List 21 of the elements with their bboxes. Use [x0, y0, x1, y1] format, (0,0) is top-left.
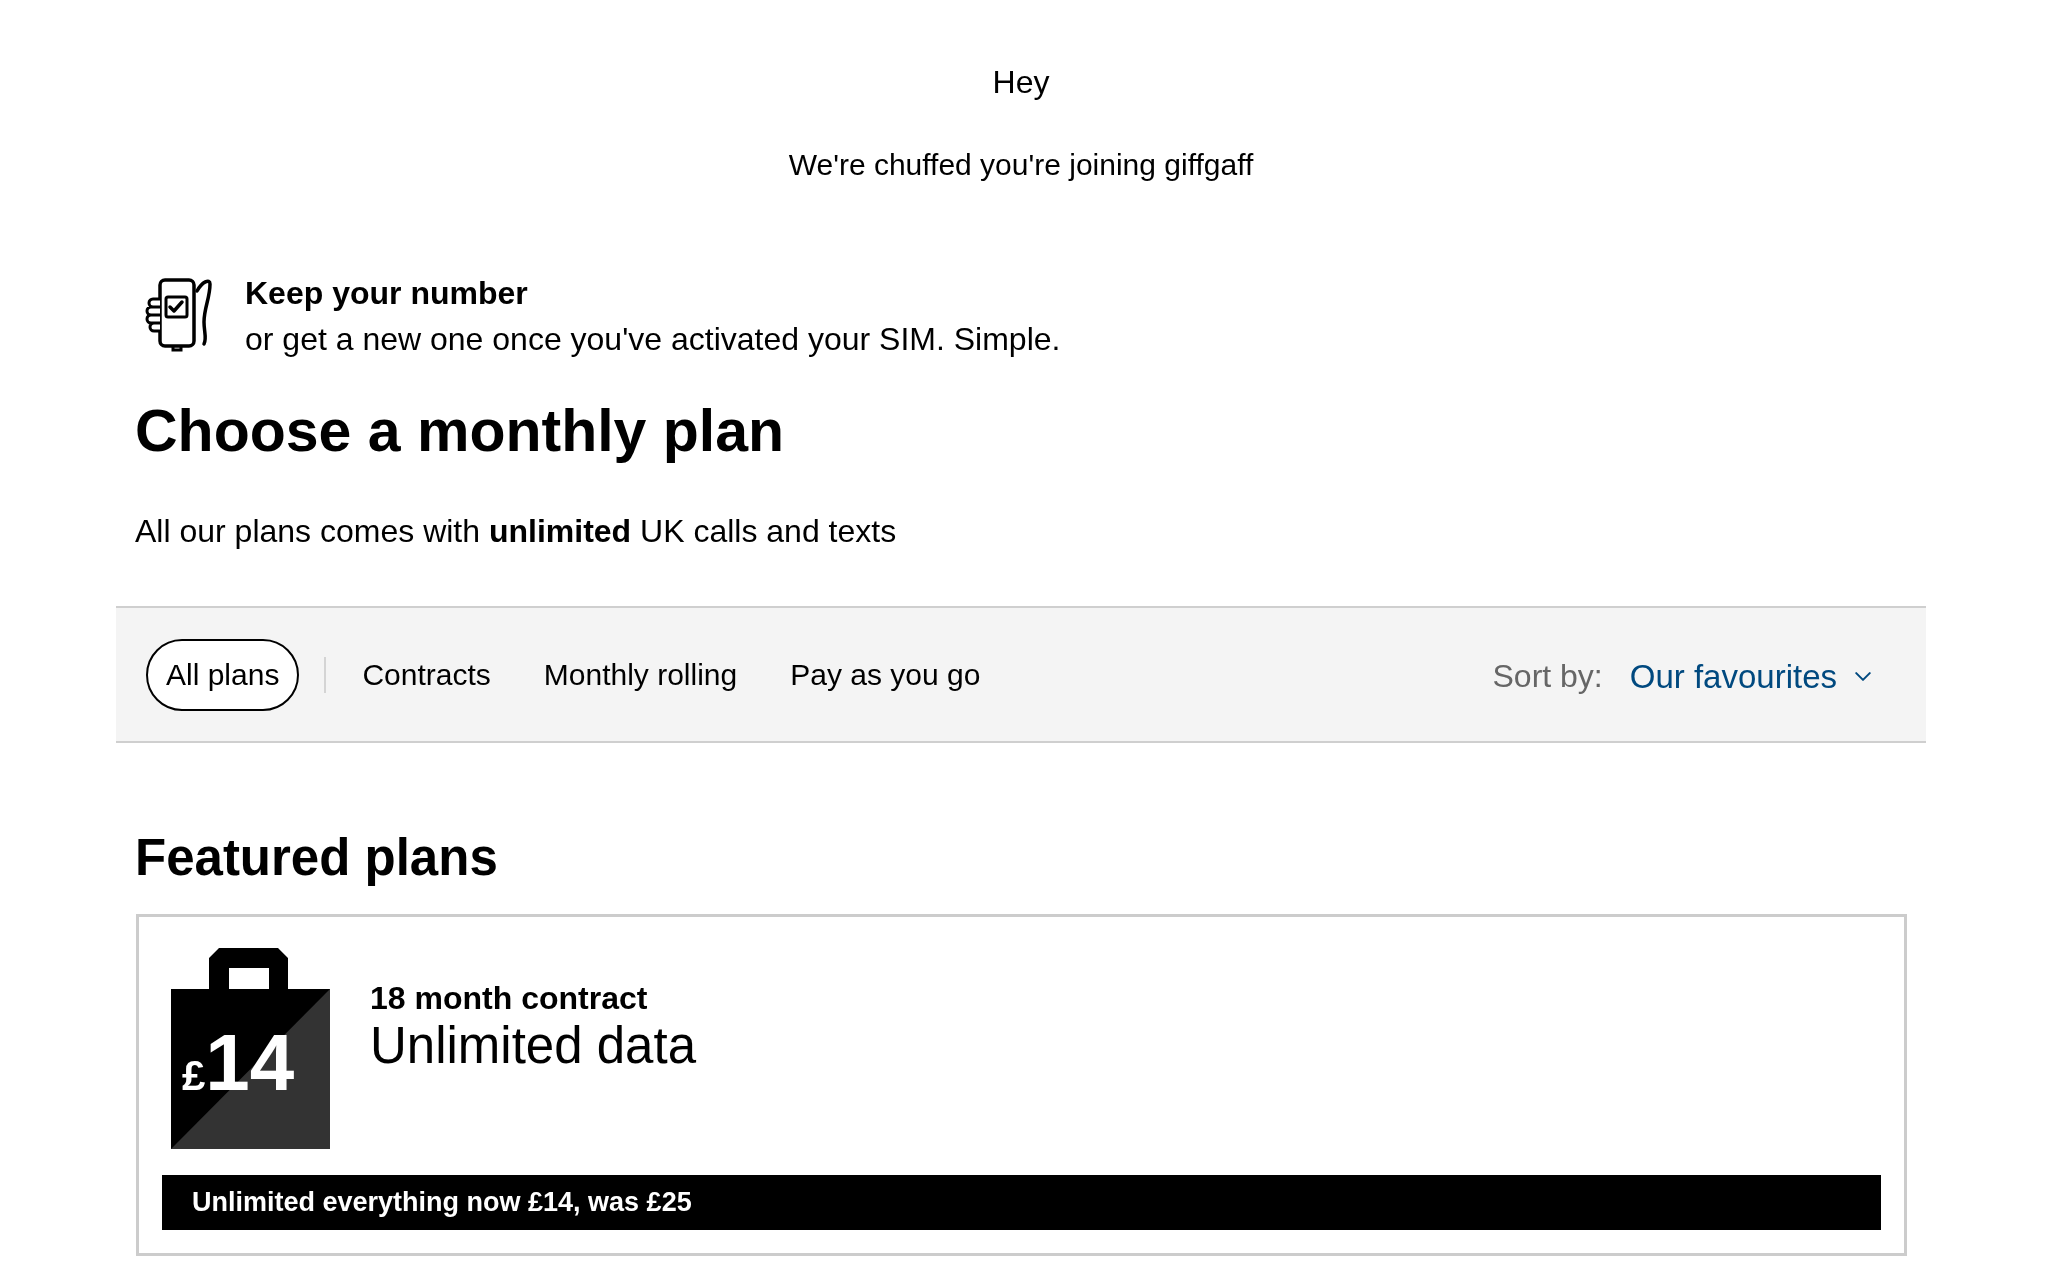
- shopping-bag-icon: [171, 948, 330, 1149]
- feature-description: or get a new one once you've activated your SIM. Simple.: [245, 320, 1061, 359]
- filter-tab[interactable]: Contracts: [342, 638, 511, 711]
- filter-tab[interactable]: Pay as you go: [770, 638, 1001, 711]
- offer-banner: Unlimited everything now £14, was £25: [162, 1175, 1881, 1230]
- sort-label: Sort by:: [1492, 658, 1603, 695]
- feature-title: Keep your number: [245, 274, 528, 313]
- greeting-title: Hey: [992, 63, 1050, 102]
- sort-dropdown[interactable]: Our favourites: [1629, 657, 1871, 696]
- plan-term: 18 month contract: [370, 979, 648, 1018]
- page-heading: Choose a monthly plan: [135, 397, 785, 466]
- intro-text: All our plans comes with unlimited UK calls and texts: [135, 512, 897, 551]
- hand-phone-check-icon: [145, 277, 215, 353]
- filter-tab[interactable]: Monthly rolling: [523, 638, 758, 711]
- chevron-down-icon: [1855, 672, 1871, 681]
- price-label: £14: [182, 1023, 295, 1103]
- filter-tab[interactable]: All plans: [146, 638, 300, 711]
- section-heading: Featured plans: [135, 828, 498, 888]
- plan-card[interactable]: £14 18 month contract Unlimited data Unlimited everything now £14, was £25: [136, 914, 1907, 1256]
- plan-name: Unlimited data: [370, 1018, 696, 1074]
- greeting-subtitle: We're chuffed you're joining giffgaff: [788, 147, 1254, 183]
